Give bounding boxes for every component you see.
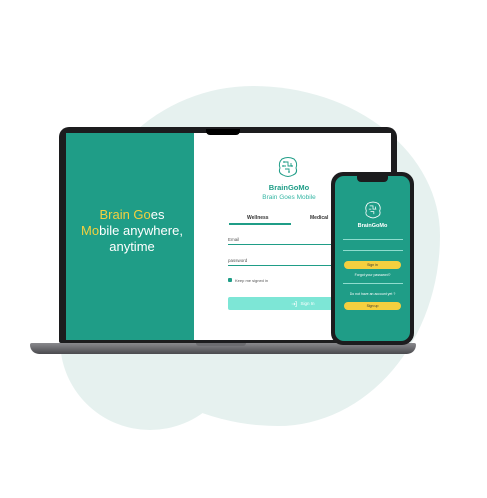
promo-panel: Brain Goes Mobile anywhere, anytime [66,133,194,340]
phone-sign-up-button[interactable]: Sign up [344,302,401,310]
phone-brand-name: BrainGoMo [357,223,388,229]
phone-sign-in-button[interactable]: Sign in [344,261,401,269]
phone-field-line-1 [343,239,403,240]
brain-logo-icon [276,155,300,179]
tagline-rest-2: bile anywhere, [99,223,183,238]
tagline-highlight-1: Brain Go [99,207,151,222]
tagline-line-3: anytime [109,239,155,254]
laptop-camera-notch [206,129,240,135]
phone-screen: BrainGoMo Sign in Forgot your password? … [335,176,410,341]
login-arrow-icon [292,300,298,307]
phone-no-account-text: Do not have an account yet ? [349,292,396,296]
sign-in-label: Sign In [300,301,315,306]
tagline-rest-1: es [150,207,165,222]
active-tab-indicator [229,223,291,225]
phone-field-line-2 [343,250,403,251]
keep-signed-in-label: Keep me signed in [235,278,269,283]
tab-medical[interactable]: Medical [310,215,328,221]
keep-signed-in-checkbox[interactable] [228,278,232,282]
phone-notch [357,176,388,182]
tagline-highlight-2: Mo [81,223,100,238]
laptop-base-groove [196,343,246,346]
promo-tagline: Brain Goes Mobile anywhere, anytime [70,207,194,255]
phone-divider [343,283,403,284]
email-field[interactable]: Email [228,237,239,242]
phone-brain-logo-icon [363,200,383,220]
phone-forgot-password-link[interactable]: Forgot your password? [335,273,410,277]
tab-wellness[interactable]: Wellness [247,215,269,221]
password-field[interactable]: password [228,258,247,263]
